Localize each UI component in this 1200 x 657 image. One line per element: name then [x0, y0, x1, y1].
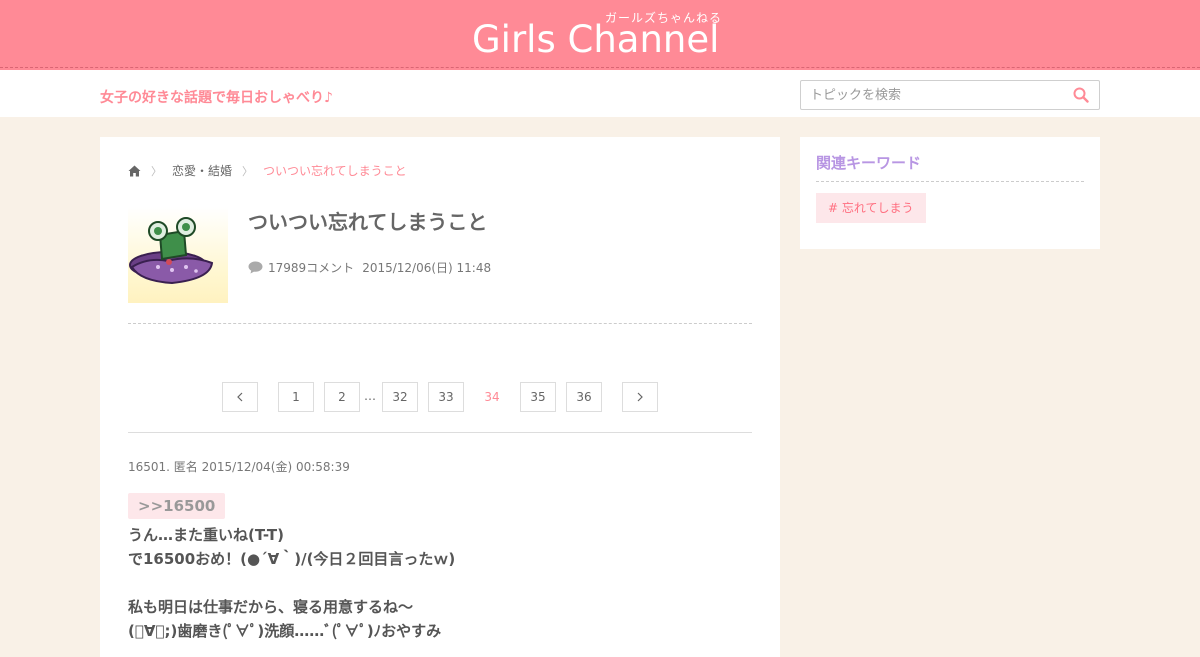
chevron-right-icon: 〉: [151, 164, 162, 178]
topic-thumbnail[interactable]: [128, 207, 228, 303]
comment-body: うん…また重いね(T-T) で16500おめ！(●´∀｀)/(今日２回目言ったｗ…: [128, 526, 456, 640]
breadcrumb: 〉 恋愛・結婚 〉 ついつい忘れてしまうこと: [128, 162, 407, 179]
breadcrumb-category[interactable]: 恋愛・結婚: [172, 162, 232, 179]
topic-date: 2015/12/06(日) 11:48: [362, 261, 492, 275]
header-dashed-line: [0, 67, 1200, 68]
topic-title: ついつい忘れてしまうこと: [248, 210, 488, 234]
current-page: 34: [474, 382, 510, 412]
search-input[interactable]: [801, 81, 1061, 109]
divider: [816, 181, 1084, 182]
pagination-ellipsis: …: [364, 389, 376, 403]
divider: [128, 432, 752, 433]
topic-meta: 17989コメント 2015/12/06(日) 11:48: [248, 259, 491, 276]
comment-meta: 16501. 匿名 2015/12/04(金) 00:58:39: [128, 460, 350, 474]
page-link[interactable]: 32: [382, 382, 418, 412]
page-link[interactable]: 33: [428, 382, 464, 412]
chevron-left-icon: [237, 392, 243, 402]
breadcrumb-current: ついつい忘れてしまうこと: [263, 164, 407, 178]
page-link[interactable]: 1: [278, 382, 314, 412]
site-header: ガールズちゃんねる Girls Channel: [0, 0, 1200, 73]
comment-count: 17989コメント: [268, 261, 355, 275]
chevron-right-icon: [637, 392, 643, 402]
search-box: [800, 80, 1100, 110]
search-icon[interactable]: [1073, 87, 1089, 103]
sidebar-keywords: 関連キーワード # 忘れてしまう: [800, 137, 1100, 249]
speech-bubble-icon: [248, 261, 263, 274]
chevron-right-icon: 〉: [242, 164, 254, 178]
site-logo[interactable]: Girls Channel: [472, 18, 719, 62]
page-link[interactable]: 36: [566, 382, 602, 412]
reply-anchor-link[interactable]: >>16500: [128, 493, 226, 519]
prev-page-button[interactable]: [222, 382, 258, 412]
site-tagline: 女子の好きな話題で毎日おしゃべり♪: [100, 90, 333, 106]
divider: [128, 323, 752, 324]
sub-header: 女子の好きな話題で毎日おしゃべり♪: [0, 73, 1200, 117]
page-link[interactable]: 35: [520, 382, 556, 412]
next-page-button[interactable]: [622, 382, 658, 412]
keywords-title: 関連キーワード: [816, 154, 922, 172]
hat-illustration: [129, 217, 214, 285]
page-link[interactable]: 2: [324, 382, 360, 412]
home-icon[interactable]: [128, 165, 141, 177]
main-content: 〉 恋愛・結婚 〉 ついつい忘れてしまうこと ついつい忘れてしまうこと 1798…: [100, 137, 780, 657]
keyword-tag[interactable]: # 忘れてしまう: [816, 193, 926, 223]
pagination: 1 2 … 32 33 34 35 36: [100, 382, 780, 412]
